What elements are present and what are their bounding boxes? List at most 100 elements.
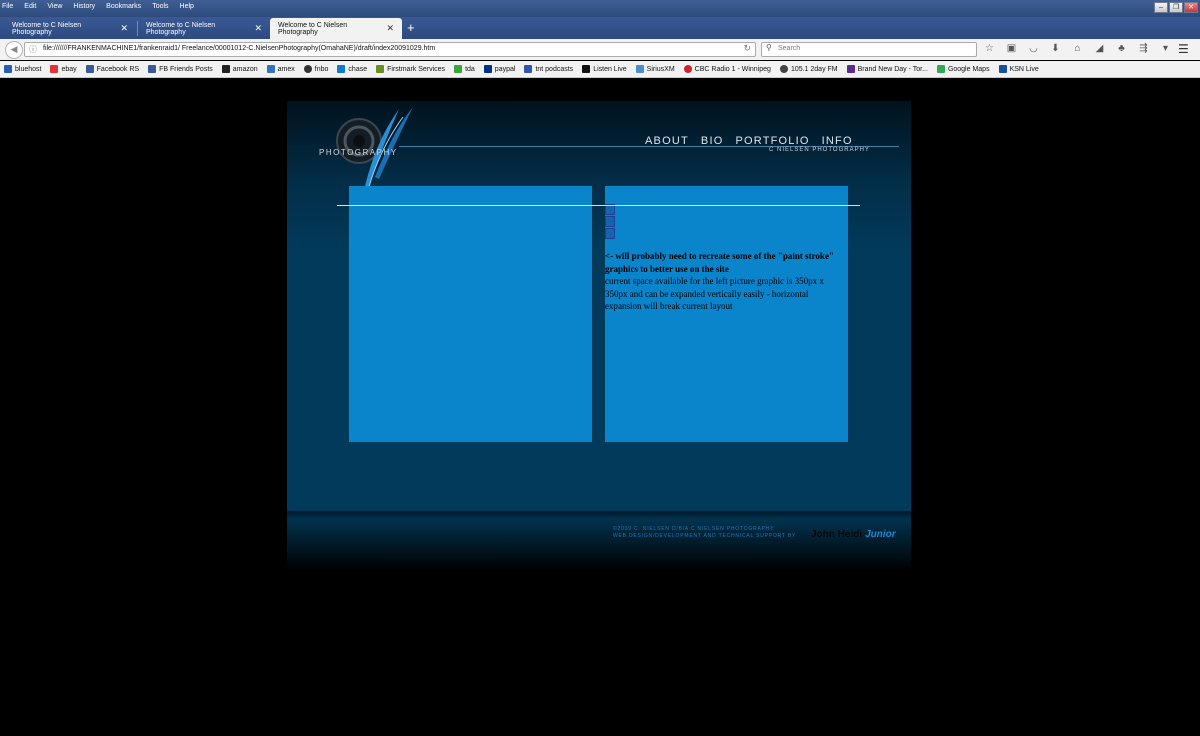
nav-about[interactable]: ABOUT	[645, 135, 689, 147]
site-container: PHOTOGRAPHY ABOUT BIO PORTFOLIO INFO C N…	[287, 101, 911, 571]
broken-image-icon[interactable]	[605, 228, 615, 239]
bookmark-favicon-icon	[148, 65, 157, 73]
bookmark-item[interactable]: amex	[266, 65, 295, 73]
menu-tools[interactable]: Tools	[152, 3, 168, 10]
bookmark-label: fnbo	[314, 65, 329, 73]
note-heading: <- will probably need to recreate some o…	[605, 251, 834, 274]
designer-note: <- will probably need to recreate some o…	[605, 250, 841, 313]
home-icon[interactable]: ⌂	[1071, 41, 1084, 57]
bookmark-item[interactable]: CBC Radio 1 - Winnipeg	[683, 65, 771, 73]
support-credit-text: WEB DESIGN/DEVELOPMENT AND TECHNICAL SUP…	[613, 533, 797, 539]
chevron-down-icon[interactable]: ▾	[1159, 41, 1172, 57]
bookmark-item[interactable]: fnbo	[303, 65, 329, 73]
bookmark-favicon-icon	[303, 65, 312, 73]
bookmark-label: chase	[348, 65, 368, 73]
close-icon[interactable]: ✕	[254, 23, 262, 34]
restore-button[interactable]: ❐	[1169, 2, 1183, 13]
nav-bio[interactable]: BIO	[701, 135, 724, 147]
pocket-icon[interactable]: ◡	[1027, 41, 1040, 57]
bookmark-label: ebay	[61, 65, 77, 73]
menu-bookmarks[interactable]: Bookmarks	[106, 3, 141, 10]
bookmark-item[interactable]: 105.1 2day FM	[779, 65, 838, 73]
bookmark-label: paypal	[494, 65, 516, 73]
new-tab-button[interactable]: +	[407, 20, 415, 36]
menu-view[interactable]: View	[47, 3, 62, 10]
bookmark-favicon-icon	[483, 65, 492, 73]
address-bar[interactable]: ⓘ file:///////FRANKENMACHINE1/frankenrai…	[24, 42, 756, 57]
bookmark-item[interactable]: FB Friends Posts	[148, 65, 213, 73]
site-subtitle: C NIELSEN PHOTOGRAPHY	[769, 147, 870, 153]
bookmark-favicon-icon	[846, 65, 855, 73]
credit-name: John Heidi	[811, 529, 863, 540]
broken-image-icon[interactable]	[605, 216, 615, 227]
navigation-toolbar: ◀ ⓘ file:///////FRANKENMACHINE1/frankenr…	[0, 39, 1200, 60]
tab-2[interactable]: Welcome to C Nielsen Photography ✕	[138, 18, 270, 39]
broken-image-links	[605, 204, 615, 240]
right-content-area: <- will probably need to recreate some o…	[605, 186, 848, 442]
minimize-button[interactable]: –	[1154, 2, 1168, 13]
bookmark-favicon-icon	[779, 65, 788, 73]
credit-logo[interactable]: John Heidi Junior	[811, 529, 896, 540]
toolbar-icons: ☆ ▣ ◡ ⬇ ⌂ ◢ ♣ ⇶ ▾	[983, 41, 1172, 57]
bookmark-item[interactable]: Listen Live	[582, 65, 627, 73]
bookmark-item[interactable]: chase	[337, 65, 367, 73]
search-bar[interactable]: ⚲ Search	[761, 42, 977, 57]
download-icon[interactable]: ⬇	[1049, 41, 1062, 57]
content-divider-line	[337, 205, 860, 206]
bookmark-item[interactable]: ebay	[50, 65, 77, 73]
bookmark-item[interactable]: KSN Live	[998, 65, 1039, 73]
close-window-button[interactable]: ✕	[1184, 2, 1198, 13]
footer-band	[287, 511, 911, 519]
bookmark-item[interactable]: paypal	[483, 65, 516, 73]
bookmark-label: SiriusXM	[646, 65, 675, 73]
menu-history[interactable]: History	[73, 3, 95, 10]
bookmark-favicon-icon	[683, 65, 692, 73]
bookmark-item[interactable]: Firstmark Services	[376, 65, 445, 73]
tab-strip: Welcome to C Nielsen Photography ✕ Welco…	[0, 17, 1200, 39]
bookmark-item[interactable]: amazon	[221, 65, 258, 73]
bookmark-item[interactable]: Facebook RS	[85, 65, 139, 73]
bookmark-label: KSN Live	[1009, 65, 1039, 73]
search-placeholder[interactable]: Search	[778, 45, 800, 52]
logo-wordmark: PHOTOGRAPHY	[319, 148, 398, 157]
back-button[interactable]: ◀	[5, 41, 23, 59]
bookmark-favicon-icon	[85, 65, 94, 73]
bookmark-item[interactable]: tda	[454, 65, 475, 73]
menu-help[interactable]: Help	[180, 3, 194, 10]
bookmark-item[interactable]: bluehost	[4, 65, 41, 73]
extension-icon[interactable]: ♣	[1115, 41, 1128, 57]
bookmark-label: 105.1 2day FM	[790, 65, 838, 73]
send-icon[interactable]: ◢	[1093, 41, 1106, 57]
tab-1[interactable]: Welcome to C Nielsen Photography ✕	[4, 18, 136, 39]
bookmark-label: CBC Radio 1 - Winnipeg	[694, 65, 771, 73]
reload-icon[interactable]: ↻	[743, 43, 751, 54]
footer-text: ©2009 C. NIELSEN D/B/A C NIELSEN PHOTOGR…	[613, 526, 796, 540]
bookmark-star-icon[interactable]: ☆	[983, 41, 996, 57]
bookmark-item[interactable]: tnt podcasts	[524, 65, 573, 73]
close-icon[interactable]: ✕	[386, 23, 394, 34]
toolbar-overflow-icon[interactable]: ⇶	[1137, 41, 1150, 57]
tab-3-active[interactable]: Welcome to C Nielsen Photography ✕	[270, 18, 402, 39]
url-text[interactable]: file:///////FRANKENMACHINE1/frankenraid1…	[43, 45, 435, 52]
bookmark-item[interactable]: Brand New Day - Tor...	[846, 65, 928, 73]
note-body: current space available for the left pic…	[605, 276, 824, 311]
close-icon[interactable]: ✕	[120, 23, 128, 34]
bookmark-favicon-icon	[221, 65, 230, 73]
menu-edit[interactable]: Edit	[24, 3, 36, 10]
bookmark-item[interactable]: SiriusXM	[635, 65, 675, 73]
nav-info[interactable]: INFO	[822, 135, 853, 147]
menu-file[interactable]: File	[2, 3, 13, 10]
left-picture-area	[349, 186, 592, 442]
copyright-text: ©2009 C. NIELSEN D/B/A C NIELSEN PHOTOGR…	[613, 526, 775, 532]
hamburger-menu-icon[interactable]: ☰	[1178, 42, 1189, 56]
bookmark-label: Brand New Day - Tor...	[857, 65, 928, 73]
site-logo[interactable]: PHOTOGRAPHY	[309, 107, 421, 197]
bookmark-label: tnt podcasts	[535, 65, 574, 73]
nav-portfolio[interactable]: PORTFOLIO	[735, 135, 809, 147]
bookmark-item[interactable]: Google Maps	[936, 65, 990, 73]
bookmark-label: amex	[277, 65, 295, 73]
clipboard-icon[interactable]: ▣	[1005, 41, 1018, 57]
window-controls: – ❐ ✕	[1154, 2, 1198, 13]
info-icon[interactable]: ⓘ	[29, 44, 37, 55]
bookmark-favicon-icon	[50, 65, 59, 73]
